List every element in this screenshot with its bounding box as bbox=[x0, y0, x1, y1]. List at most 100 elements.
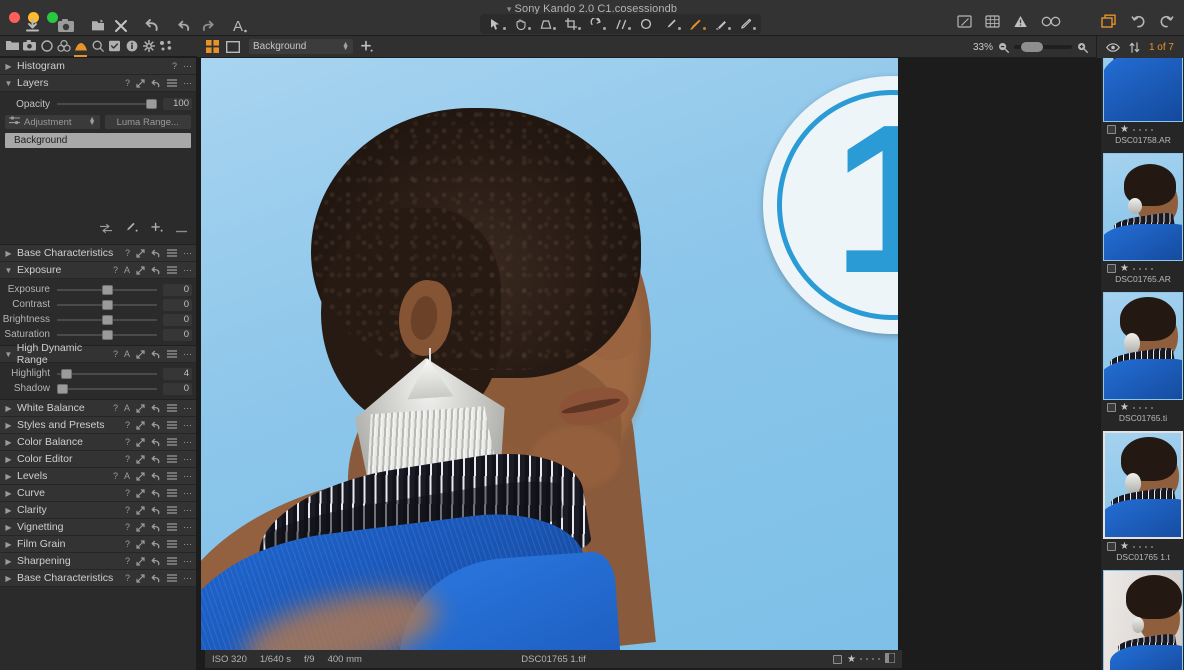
star-5-icon[interactable] bbox=[1150, 545, 1153, 548]
remove-layer-icon[interactable] bbox=[176, 220, 187, 238]
adjustment-select[interactable]: Adjustment ▲ ▼ bbox=[5, 115, 100, 129]
more-icon[interactable]: ⋯ bbox=[183, 454, 192, 465]
slider-knob[interactable] bbox=[101, 284, 113, 295]
help-icon[interactable]: ? bbox=[125, 539, 130, 549]
reset-icon[interactable] bbox=[136, 454, 145, 464]
slider-track[interactable] bbox=[57, 299, 157, 310]
sidebar-item-library[interactable] bbox=[4, 36, 21, 57]
star-rating[interactable]: ★ bbox=[1120, 125, 1153, 135]
panel-clarity-header[interactable]: ▶ Clarity? ⋯ bbox=[0, 502, 196, 519]
sidebar-item-color[interactable] bbox=[55, 36, 72, 57]
help-icon[interactable]: ? bbox=[125, 248, 130, 258]
star-1-icon[interactable]: ★ bbox=[1120, 264, 1129, 274]
star-5-icon[interactable] bbox=[878, 658, 880, 660]
undo-icon[interactable] bbox=[151, 438, 161, 447]
more-icon[interactable]: ⋯ bbox=[183, 505, 192, 516]
help-icon[interactable]: ? bbox=[125, 522, 130, 532]
exposure-warning-icon[interactable] bbox=[1013, 15, 1028, 28]
reset-icon[interactable] bbox=[136, 556, 145, 566]
import-icon[interactable] bbox=[24, 17, 41, 34]
slider-knob[interactable] bbox=[101, 299, 113, 310]
chevron-right-icon[interactable]: ▶ bbox=[4, 62, 13, 71]
more-icon[interactable]: ⋯ bbox=[183, 248, 192, 259]
redo-icon[interactable] bbox=[200, 19, 215, 33]
thumbnail-image[interactable] bbox=[1103, 153, 1183, 261]
chevron-down-icon[interactable]: ▼ bbox=[4, 350, 13, 359]
chevron-right-icon[interactable]: ▶ bbox=[4, 249, 13, 258]
auto-adjust-icon[interactable]: A bbox=[124, 403, 130, 413]
add-layer-icon[interactable] bbox=[151, 220, 163, 238]
more-icon[interactable]: ⋯ bbox=[183, 420, 192, 431]
annotate-a-icon[interactable]: A bbox=[231, 18, 248, 34]
sidebar-item-details[interactable] bbox=[89, 36, 106, 57]
panel-levels-header[interactable]: ▶ Levels? A ⋯ bbox=[0, 468, 196, 485]
chevron-down-icon[interactable]: ▼ bbox=[4, 79, 13, 88]
menu-icon[interactable] bbox=[167, 540, 177, 548]
menu-icon[interactable] bbox=[167, 421, 177, 429]
panel-film-grain-header[interactable]: ▶ Film Grain? ⋯ bbox=[0, 536, 196, 553]
undo-icon[interactable] bbox=[151, 421, 161, 430]
panel-histogram-header[interactable]: ▶ Histogram ? ⋯ bbox=[0, 58, 196, 75]
chevron-right-icon[interactable]: ▶ bbox=[4, 472, 13, 481]
layer-item-background[interactable]: Background bbox=[5, 133, 191, 148]
undo-icon[interactable] bbox=[151, 350, 161, 359]
star-1-icon[interactable]: ★ bbox=[1120, 542, 1129, 552]
panel-curve-header[interactable]: ▶ Curve? ⋯ bbox=[0, 485, 196, 502]
star-5-icon[interactable] bbox=[1150, 128, 1153, 131]
gradient-tool[interactable] bbox=[733, 15, 758, 33]
auto-adjust-icon[interactable]: A bbox=[124, 349, 130, 359]
thumbnail-grid-icon[interactable] bbox=[884, 651, 896, 666]
menu-icon[interactable] bbox=[167, 506, 177, 514]
chevron-right-icon[interactable]: ▶ bbox=[4, 574, 13, 583]
menu-icon[interactable] bbox=[167, 266, 177, 274]
opacity-slider-knob[interactable] bbox=[146, 99, 157, 109]
more-icon[interactable]: ⋯ bbox=[183, 61, 192, 72]
thumbnail-image[interactable] bbox=[1103, 570, 1183, 670]
undo-icon[interactable] bbox=[151, 249, 161, 258]
add-layer-icon[interactable] bbox=[360, 40, 373, 53]
sort-order-icon[interactable] bbox=[1129, 41, 1140, 53]
undo-icon[interactable] bbox=[151, 506, 161, 515]
star-2-icon[interactable] bbox=[1132, 545, 1135, 548]
menu-icon[interactable] bbox=[167, 79, 177, 87]
slider-track[interactable] bbox=[57, 368, 157, 379]
slider-track[interactable] bbox=[57, 284, 157, 295]
proof-preview-icon[interactable] bbox=[957, 14, 972, 28]
close-x-icon[interactable] bbox=[114, 19, 128, 33]
eraser-tool[interactable] bbox=[708, 15, 733, 33]
more-icon[interactable]: ⋯ bbox=[183, 522, 192, 533]
undo-big-icon[interactable] bbox=[144, 18, 161, 33]
reset-icon[interactable] bbox=[136, 505, 145, 515]
star-1-icon[interactable]: ★ bbox=[847, 654, 856, 664]
reset-icon[interactable] bbox=[136, 265, 145, 275]
panel-sharpening-header[interactable]: ▶ Sharpening? ⋯ bbox=[0, 553, 196, 570]
sidebar-item-lens[interactable] bbox=[38, 36, 55, 57]
grid-overlay-icon[interactable] bbox=[985, 14, 1000, 28]
rotate-right-icon[interactable] bbox=[1159, 14, 1174, 28]
panel-color-editor-header[interactable]: ▶ Color Editor? ⋯ bbox=[0, 451, 196, 468]
slider-value[interactable]: 4 bbox=[163, 367, 192, 380]
crop-tool[interactable] bbox=[558, 15, 583, 33]
reset-icon[interactable] bbox=[136, 573, 145, 583]
image-viewer[interactable]: 1 ISO 320 1/640 s f/9 400 mm DSC01765 1.… bbox=[197, 58, 1100, 670]
star-2-icon[interactable] bbox=[1132, 267, 1135, 270]
more-icon[interactable]: ⋯ bbox=[183, 265, 192, 276]
thumbnail-image[interactable] bbox=[1103, 58, 1183, 122]
slider-knob[interactable] bbox=[57, 383, 68, 394]
help-icon[interactable]: ? bbox=[125, 454, 130, 464]
help-icon[interactable]: ? bbox=[125, 420, 130, 430]
chevron-right-icon[interactable]: ▶ bbox=[4, 421, 13, 430]
star-2-icon[interactable] bbox=[1132, 128, 1135, 131]
panel-layers-header[interactable]: ▼ Layers ? ⋯ bbox=[0, 75, 196, 92]
sidebar-item-metadata[interactable] bbox=[123, 36, 140, 57]
thumbnail-item[interactable]: ★ DSC01765.ti bbox=[1101, 290, 1184, 425]
star-rating[interactable]: ★ bbox=[847, 654, 880, 664]
chevron-right-icon[interactable]: ▶ bbox=[4, 489, 13, 498]
menu-icon[interactable] bbox=[167, 557, 177, 565]
reset-icon[interactable] bbox=[136, 78, 145, 88]
undo-icon[interactable] bbox=[151, 455, 161, 464]
slider-knob[interactable] bbox=[101, 314, 113, 325]
panel-exposure-header[interactable]: ▼ Exposure ? A ⋯ bbox=[0, 262, 196, 279]
reset-icon[interactable] bbox=[136, 471, 145, 481]
undo-icon[interactable] bbox=[151, 489, 161, 498]
